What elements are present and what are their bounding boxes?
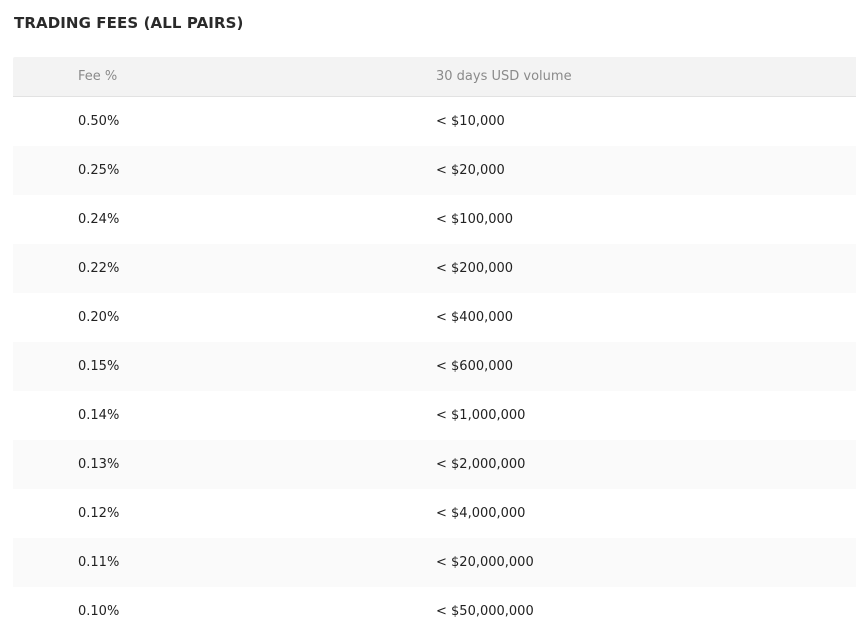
table-row: 0.10% < $50,000,000	[13, 587, 856, 636]
table-row: 0.15% < $600,000	[13, 342, 856, 391]
fee-cell: 0.20%	[78, 309, 120, 325]
fee-cell: 0.24%	[78, 211, 120, 227]
volume-cell: < $400,000	[436, 309, 514, 325]
fee-cell: 0.10%	[78, 603, 120, 619]
table-header-row: Fee % 30 days USD volume	[13, 57, 856, 97]
volume-cell: < $4,000,000	[436, 505, 526, 521]
column-header-volume: 30 days USD volume	[436, 68, 572, 84]
volume-cell: < $50,000,000	[436, 603, 534, 619]
volume-cell: < $2,000,000	[436, 456, 526, 472]
volume-cell: < $1,000,000	[436, 407, 526, 423]
volume-cell: < $10,000	[436, 113, 505, 129]
table-row: 0.11% < $20,000,000	[13, 538, 856, 587]
volume-cell: < $200,000	[436, 260, 514, 276]
table-row: 0.50% < $10,000	[13, 97, 856, 146]
volume-cell: < $100,000	[436, 211, 514, 227]
table-row: 0.20% < $400,000	[13, 293, 856, 342]
fee-cell: 0.13%	[78, 456, 120, 472]
volume-cell: < $600,000	[436, 358, 514, 374]
table-row: 0.24% < $100,000	[13, 195, 856, 244]
table-row: 0.13% < $2,000,000	[13, 440, 856, 489]
fee-cell: 0.22%	[78, 260, 120, 276]
fee-cell: 0.50%	[78, 113, 120, 129]
column-header-fee: Fee %	[78, 68, 118, 84]
table-row: 0.25% < $20,000	[13, 146, 856, 195]
fee-cell: 0.14%	[78, 407, 120, 423]
fee-cell: 0.25%	[78, 162, 120, 178]
fee-cell: 0.11%	[78, 554, 120, 570]
fee-cell: 0.12%	[78, 505, 120, 521]
fee-cell: 0.15%	[78, 358, 120, 374]
table-row: 0.12% < $4,000,000	[13, 489, 856, 538]
page-title: TRADING FEES (ALL PAIRS)	[14, 14, 244, 32]
table-row: 0.14% < $1,000,000	[13, 391, 856, 440]
volume-cell: < $20,000	[436, 162, 505, 178]
trading-fees-table: Fee % 30 days USD volume 0.50% < $10,000…	[13, 57, 856, 636]
table-row: 0.22% < $200,000	[13, 244, 856, 293]
volume-cell: < $20,000,000	[436, 554, 534, 570]
